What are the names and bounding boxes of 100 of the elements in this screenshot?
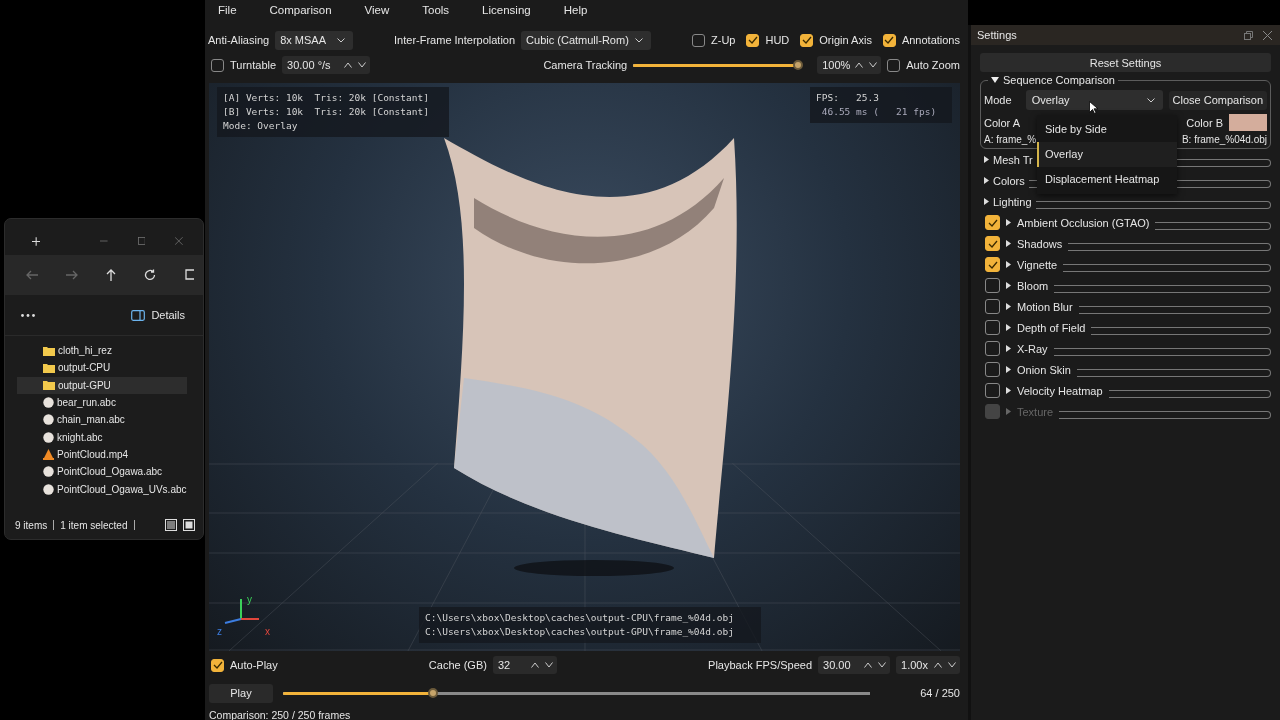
- tile-view-icon[interactable]: [183, 519, 195, 531]
- checkbox[interactable]: [882, 33, 896, 47]
- effect-checkbox[interactable]: [985, 383, 1000, 398]
- folder-icon: [43, 362, 55, 373]
- auto-zoom-checkbox[interactable]: [887, 58, 901, 72]
- collapsed-triangle-icon[interactable]: [984, 156, 989, 163]
- details-button[interactable]: Details: [151, 309, 185, 321]
- explorer-entry[interactable]: knight.abc: [17, 428, 187, 446]
- collapsed-triangle-icon[interactable]: [1006, 345, 1011, 352]
- reset-settings-button[interactable]: Reset Settings: [980, 53, 1271, 72]
- explorer-entry[interactable]: PointCloud_Ogawa_UVs.abc: [17, 480, 191, 498]
- axis-label: x: [265, 627, 270, 637]
- anti-aliasing-dropdown[interactable]: 8x MSAA: [275, 30, 354, 50]
- folder-icon: [43, 345, 55, 356]
- checkbox[interactable]: [746, 33, 760, 47]
- menu-option[interactable]: Displacement Heatmap: [1037, 167, 1177, 192]
- explorer-entry[interactable]: chain_man.abc: [17, 411, 187, 429]
- auto-play-checkbox[interactable]: [211, 658, 224, 672]
- zoom-field[interactable]: 100%: [817, 56, 882, 74]
- collapsed-triangle-icon[interactable]: [984, 177, 989, 184]
- mode-dropdown[interactable]: Overlay: [1025, 90, 1163, 110]
- collapsed-triangle-icon[interactable]: [1006, 366, 1011, 373]
- list-view-icon[interactable]: [165, 519, 177, 531]
- stepper-arrows-icon[interactable]: [530, 662, 553, 668]
- collapsed-triangle-icon[interactable]: [984, 198, 989, 205]
- stepper-arrows-icon[interactable]: [855, 62, 878, 68]
- slider-thumb[interactable]: [428, 688, 439, 698]
- menu-option[interactable]: Side by Side: [1037, 117, 1177, 142]
- effect-checkbox[interactable]: [985, 215, 1000, 230]
- close-comparison-button[interactable]: Close Comparison: [1168, 90, 1267, 110]
- restore-icon[interactable]: [1244, 30, 1253, 40]
- forward-arrow-icon[interactable]: [66, 270, 78, 280]
- menu-item[interactable]: View: [364, 4, 390, 24]
- section-header[interactable]: Shadows: [1017, 237, 1063, 250]
- section-header[interactable]: Colors: [993, 174, 1025, 187]
- more-options-icon[interactable]: [21, 313, 35, 317]
- color-b-swatch[interactable]: [1229, 114, 1267, 131]
- collapsed-triangle-icon[interactable]: [1006, 324, 1011, 331]
- fps-field[interactable]: 30.00: [818, 656, 890, 674]
- stepper-arrows-icon[interactable]: [864, 662, 886, 668]
- collapsed-triangle-icon[interactable]: [1006, 240, 1011, 247]
- effect-checkbox[interactable]: [985, 362, 1000, 377]
- selection-count: 1 item selected: [60, 519, 128, 531]
- close-icon[interactable]: [1263, 30, 1272, 40]
- explorer-entry[interactable]: output-GPU: [17, 376, 187, 394]
- interpolation-dropdown[interactable]: Cubic (Catmull-Rom): [521, 30, 652, 50]
- expand-triangle-icon[interactable]: [991, 76, 999, 84]
- details-pane-icon[interactable]: [131, 309, 146, 321]
- speed-field[interactable]: 1.00x: [896, 656, 960, 674]
- collapsed-triangle-icon[interactable]: [1006, 282, 1011, 289]
- back-arrow-icon[interactable]: [26, 270, 38, 280]
- cache-field[interactable]: 32: [492, 656, 557, 674]
- turntable-checkbox[interactable]: [211, 58, 224, 72]
- effect-checkbox[interactable]: [985, 299, 1000, 314]
- axis-label: z: [217, 627, 222, 637]
- section-header[interactable]: Ambient Occlusion (GTAO): [1017, 216, 1150, 229]
- menu-item[interactable]: Licensing: [482, 4, 531, 24]
- menu-item[interactable]: Tools: [422, 4, 450, 24]
- checkbox-label: Origin Axis: [819, 34, 872, 46]
- checkbox-label: Annotations: [901, 34, 960, 46]
- section-header[interactable]: Onion Skin: [1017, 363, 1071, 376]
- monitor-icon[interactable]: [184, 269, 194, 281]
- explorer-entry[interactable]: PointCloud_Ogawa.abc: [17, 463, 187, 481]
- refresh-icon[interactable]: [144, 269, 156, 281]
- menu-option[interactable]: Overlay: [1037, 142, 1177, 167]
- effect-checkbox[interactable]: [985, 236, 1000, 251]
- play-button[interactable]: Play: [209, 683, 273, 703]
- slider-thumb[interactable]: [792, 60, 803, 70]
- menu-item[interactable]: Help: [563, 4, 588, 24]
- menu-item[interactable]: Comparison: [269, 4, 332, 24]
- section-header[interactable]: Motion Blur: [1017, 300, 1073, 313]
- collapsed-triangle-icon[interactable]: [1006, 387, 1011, 394]
- section-header[interactable]: Vignette: [1017, 258, 1058, 271]
- effect-checkbox[interactable]: [985, 341, 1000, 356]
- cache-label: Cache (GB): [428, 659, 487, 671]
- up-arrow-icon[interactable]: [106, 269, 116, 281]
- effect-checkbox[interactable]: [985, 257, 1000, 272]
- stepper-arrows-icon[interactable]: [934, 662, 956, 668]
- menu-item[interactable]: File: [218, 4, 237, 24]
- checkbox[interactable]: [692, 33, 705, 47]
- maximize-icon[interactable]: [137, 236, 146, 246]
- section-header[interactable]: Lighting: [993, 195, 1032, 208]
- collapsed-triangle-icon[interactable]: [1006, 219, 1011, 226]
- explorer-entry[interactable]: cloth_hi_rez: [17, 342, 187, 360]
- section-header[interactable]: Bloom: [1017, 279, 1049, 292]
- explorer-entry[interactable]: PointCloud.mp4: [17, 445, 187, 464]
- stepper-arrows-icon[interactable]: [344, 62, 367, 68]
- collapsed-triangle-icon[interactable]: [1006, 261, 1011, 268]
- section-header[interactable]: Mesh Tr: [993, 153, 1033, 166]
- explorer-entry[interactable]: output-CPU: [17, 359, 187, 377]
- turntable-speed-field[interactable]: 30.00 °/s: [282, 56, 371, 74]
- section-header[interactable]: Velocity Heatmap: [1017, 384, 1103, 397]
- explorer-entry[interactable]: bear_run.abc: [17, 393, 187, 412]
- collapsed-triangle-icon[interactable]: [1006, 303, 1011, 310]
- effect-checkbox[interactable]: [985, 278, 1000, 293]
- plus-icon[interactable]: [32, 235, 41, 247]
- checkbox[interactable]: [800, 33, 814, 47]
- effect-checkbox[interactable]: [985, 320, 1000, 335]
- section-header[interactable]: X-Ray: [1017, 342, 1048, 355]
- section-header[interactable]: Depth of Field: [1017, 321, 1086, 334]
